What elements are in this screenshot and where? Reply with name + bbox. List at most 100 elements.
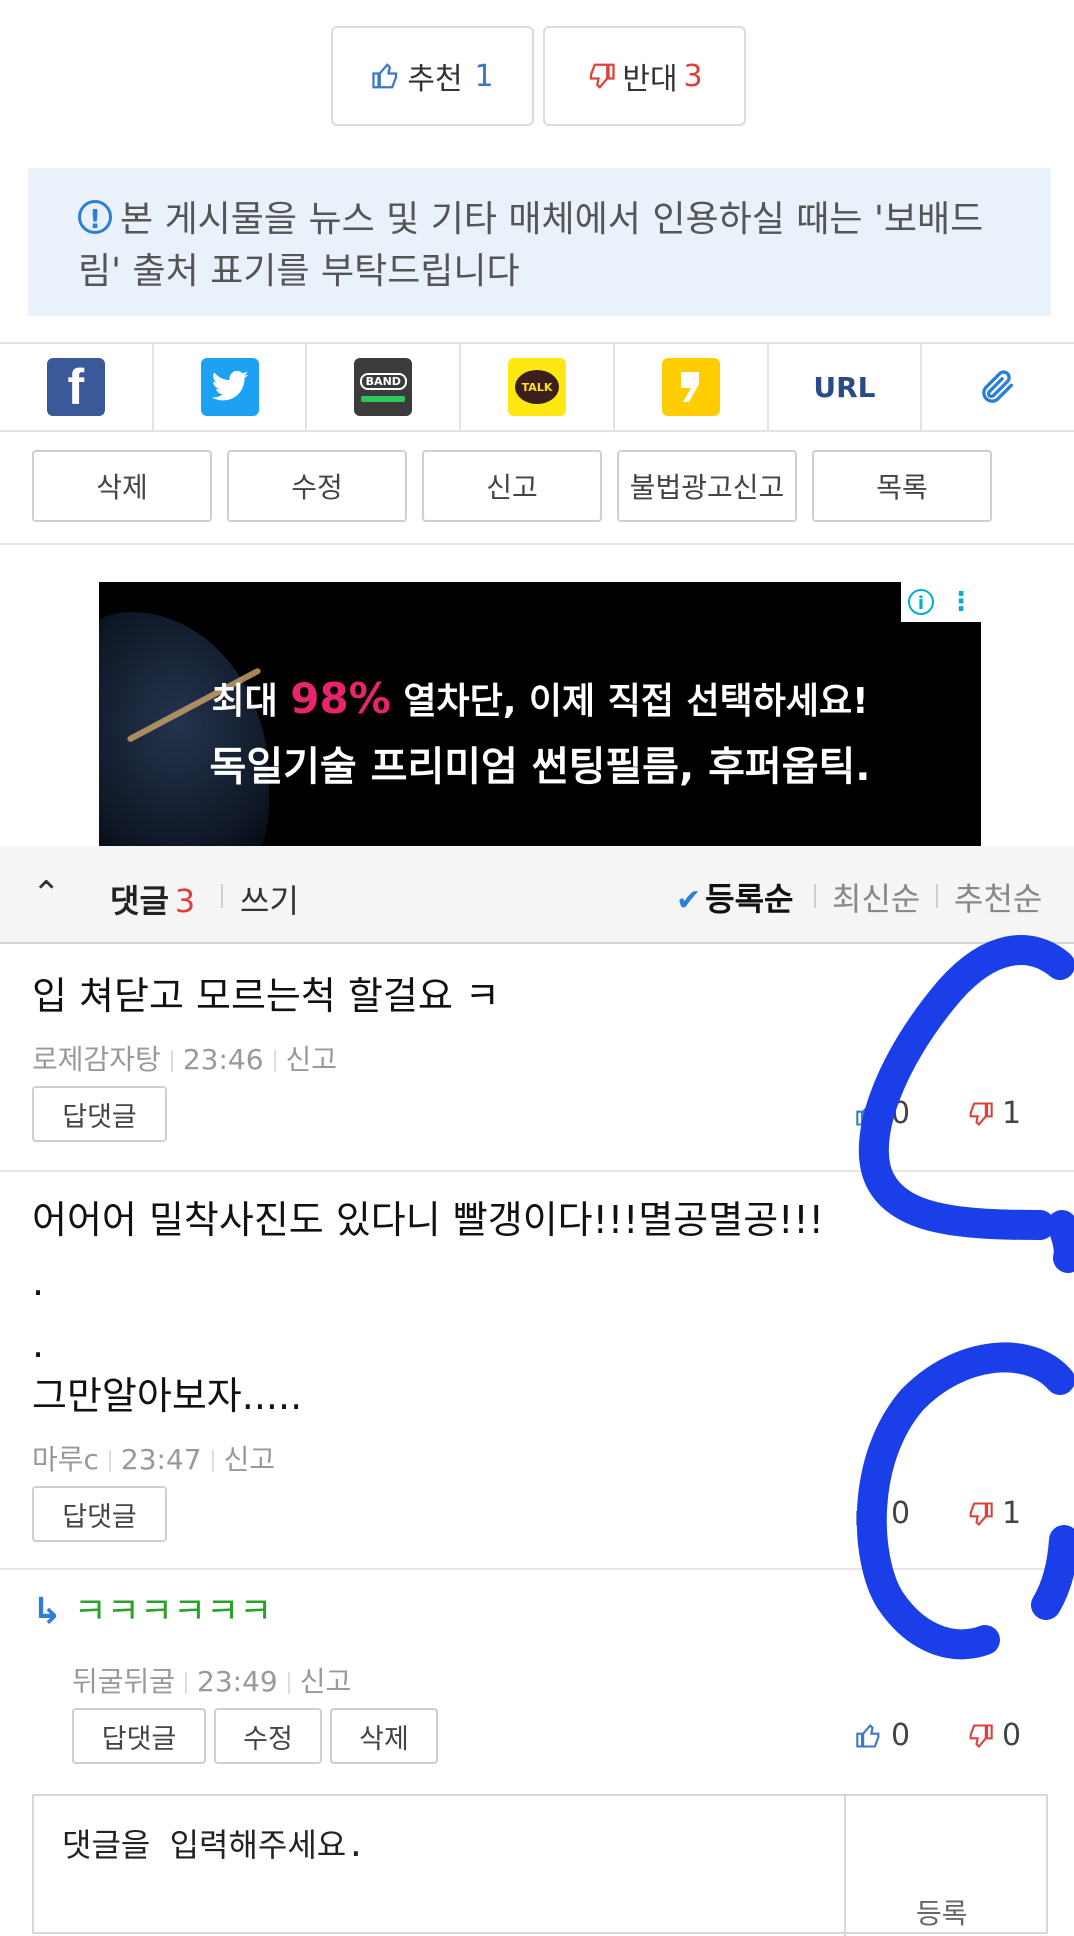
thumbs-down-icon — [590, 63, 615, 89]
ad-headline-prefix: 최대 — [211, 681, 278, 722]
sort-newest-option[interactable]: 최신순 — [832, 874, 920, 920]
comment-meta: 로제감자탕 23:46 신고 — [32, 1038, 337, 1078]
ad-headline: 최대 98% 열차단, 이제 직접 선택하세요! — [99, 672, 981, 724]
comment-text-line: . — [32, 1322, 45, 1366]
comment-downvote-button[interactable]: 1 — [966, 1496, 1021, 1531]
reply-arrow-icon: ↳ — [32, 1591, 63, 1632]
meta-separator — [108, 1450, 111, 1472]
report-illegal-ad-button[interactable]: 불법광고신고 — [617, 450, 797, 522]
sort-separator — [814, 884, 816, 908]
kakaostory-icon — [661, 358, 720, 416]
comment-upvote-button[interactable]: 0 — [855, 1718, 910, 1753]
comments-header: ⌃ 댓글 3 쓰기 ✔ 등록순 최신순 추천순 — [0, 846, 1074, 944]
comment-text-line: 어어어 밀착사진도 있다니 빨갱이다!!!멸공멸공!!! — [32, 1198, 824, 1242]
meta-separator — [170, 1050, 173, 1072]
ad-headline-percent: 98% — [290, 674, 391, 723]
reply-button[interactable]: 답댓글 — [32, 1086, 167, 1142]
report-post-button[interactable]: 신고 — [422, 450, 602, 522]
meta-separator — [185, 1672, 188, 1694]
meta-separator — [273, 1050, 276, 1072]
collapse-chevron-icon[interactable]: ⌃ — [32, 874, 61, 914]
share-attach-button[interactable] — [922, 344, 1074, 430]
thumbs-down-icon — [969, 1501, 993, 1526]
facebook-icon: f — [46, 358, 105, 416]
comment-meta: 마루c 23:47 신고 — [32, 1438, 275, 1478]
comment-text: ㅋㅋㅋㅋㅋㅋ — [73, 1591, 273, 1632]
ad-info-icon[interactable]: i — [908, 589, 934, 615]
header-separator — [221, 884, 223, 908]
write-comment-link[interactable]: 쓰기 — [240, 876, 299, 922]
comment-time: 23:46 — [182, 1043, 264, 1076]
paperclip-icon — [982, 370, 1014, 403]
kakaotalk-bubble: TALK — [515, 370, 560, 404]
edit-post-button[interactable]: 수정 — [227, 450, 407, 522]
share-band-button[interactable]: BAND — [307, 344, 462, 430]
twitter-icon — [200, 358, 259, 416]
comments-title-label: 댓글 — [110, 882, 169, 920]
comment-author[interactable]: 뒤굴뒤굴 — [72, 1665, 175, 1698]
edit-comment-button[interactable]: 수정 — [214, 1708, 322, 1764]
reply-text-row: ↳ ㅋㅋㅋㅋㅋㅋ — [32, 1584, 272, 1640]
recommend-label: 추천 — [407, 62, 463, 97]
share-kakaostory-button[interactable] — [615, 344, 769, 430]
band-icon-bar — [361, 395, 406, 402]
band-icon: BAND — [354, 358, 413, 416]
ad-choices-badge[interactable]: i ⋮ — [901, 582, 981, 622]
comment-upvote-button[interactable]: 0 — [855, 1496, 910, 1531]
comment-meta: 뒤굴뒤굴 23:49 신고 — [72, 1660, 351, 1700]
comment-downvote-button[interactable]: 0 — [966, 1718, 1021, 1753]
reply-button[interactable]: 답댓글 — [72, 1708, 206, 1764]
upvote-count: 0 — [891, 1096, 911, 1131]
comment-submit-label: 등록 — [916, 1897, 968, 1930]
comment-report-link[interactable]: 신고 — [286, 1043, 338, 1076]
comment-time: 23:49 — [197, 1665, 278, 1698]
comment-downvote-button[interactable]: 1 — [966, 1096, 1021, 1131]
recommend-button[interactable]: 추천 1 — [331, 26, 534, 126]
share-url-button[interactable]: URL — [769, 344, 923, 430]
thumbs-down-icon — [969, 1101, 993, 1126]
share-facebook-button[interactable]: f — [0, 344, 154, 430]
meta-separator — [287, 1672, 290, 1694]
comment-author[interactable]: 마루c — [32, 1443, 99, 1476]
downvote-count: 0 — [1002, 1718, 1022, 1753]
comment-item: 입 쳐닫고 모르는척 할걸요 ㅋ 로제감자탕 23:46 신고 답댓글 0 1 — [0, 944, 1074, 1170]
post-vote-group: 추천 1 반대 3 — [331, 26, 746, 126]
sort-registered-option[interactable]: ✔ 등록순 — [676, 874, 793, 920]
ad-menu-icon[interactable]: ⋮ — [948, 589, 974, 615]
upvote-count: 0 — [891, 1718, 911, 1753]
comment-upvote-button[interactable]: 0 — [855, 1096, 910, 1131]
share-twitter-button[interactable] — [154, 344, 308, 430]
oppose-button[interactable]: 반대 3 — [543, 26, 746, 126]
meta-separator — [211, 1450, 214, 1472]
reply-comment-item: ↳ ㅋㅋㅋㅋㅋㅋ 뒤굴뒤굴 23:49 신고 답댓글 수정 삭제 0 0 — [0, 1570, 1074, 1780]
comment-submit-button[interactable]: 등록 — [844, 1796, 1046, 1936]
delete-post-button[interactable]: 삭제 — [32, 450, 212, 522]
comment-item: 어어어 밀착사진도 있다니 빨갱이다!!!멸공멸공!!! . . 그만알아보자.… — [0, 1172, 1074, 1568]
comment-text: 입 쳐닫고 모르는척 할걸요 ㅋ — [32, 974, 500, 1018]
band-icon-label: BAND — [359, 372, 407, 390]
sort-recommended-option[interactable]: 추천순 — [954, 874, 1042, 920]
downvote-count: 1 — [1002, 1096, 1022, 1131]
delete-comment-button[interactable]: 삭제 — [330, 1708, 438, 1764]
exclamation-info-icon: ! — [78, 200, 112, 235]
post-action-bar: 삭제 수정 신고 불법광고신고 목록 — [32, 450, 992, 522]
url-label: URL — [813, 370, 876, 404]
citation-notice-text: 본 게시물을 뉴스 및 기타 매체에서 인용하실 때는 '보배드림' 출처 표기… — [78, 199, 984, 292]
ad-banner[interactable]: 최대 98% 열차단, 이제 직접 선택하세요! 독일기술 프리미엄 썬팅필름,… — [99, 582, 981, 846]
comment-input-box: 댓글을 입력해주세요. 등록 — [32, 1794, 1048, 1936]
comment-input-field[interactable]: 댓글을 입력해주세요. — [62, 1820, 366, 1866]
thumbs-up-icon — [856, 1723, 880, 1748]
ad-car-image — [99, 612, 269, 846]
reply-button[interactable]: 답댓글 — [32, 1486, 167, 1542]
comment-report-link[interactable]: 신고 — [300, 1665, 352, 1698]
upvote-count: 0 — [891, 1496, 911, 1531]
comment-report-link[interactable]: 신고 — [224, 1443, 276, 1476]
comments-count: 3 — [174, 882, 196, 920]
comment-author[interactable]: 로제감자탕 — [32, 1043, 161, 1076]
list-button[interactable]: 목록 — [812, 450, 992, 522]
share-kakaotalk-button[interactable]: TALK — [461, 344, 615, 430]
ad-headline-suffix: 열차단, 이제 직접 선택하세요! — [403, 681, 869, 722]
recommend-count: 1 — [474, 58, 494, 94]
thumbs-down-icon — [969, 1723, 993, 1748]
thumbs-up-icon — [372, 63, 398, 89]
